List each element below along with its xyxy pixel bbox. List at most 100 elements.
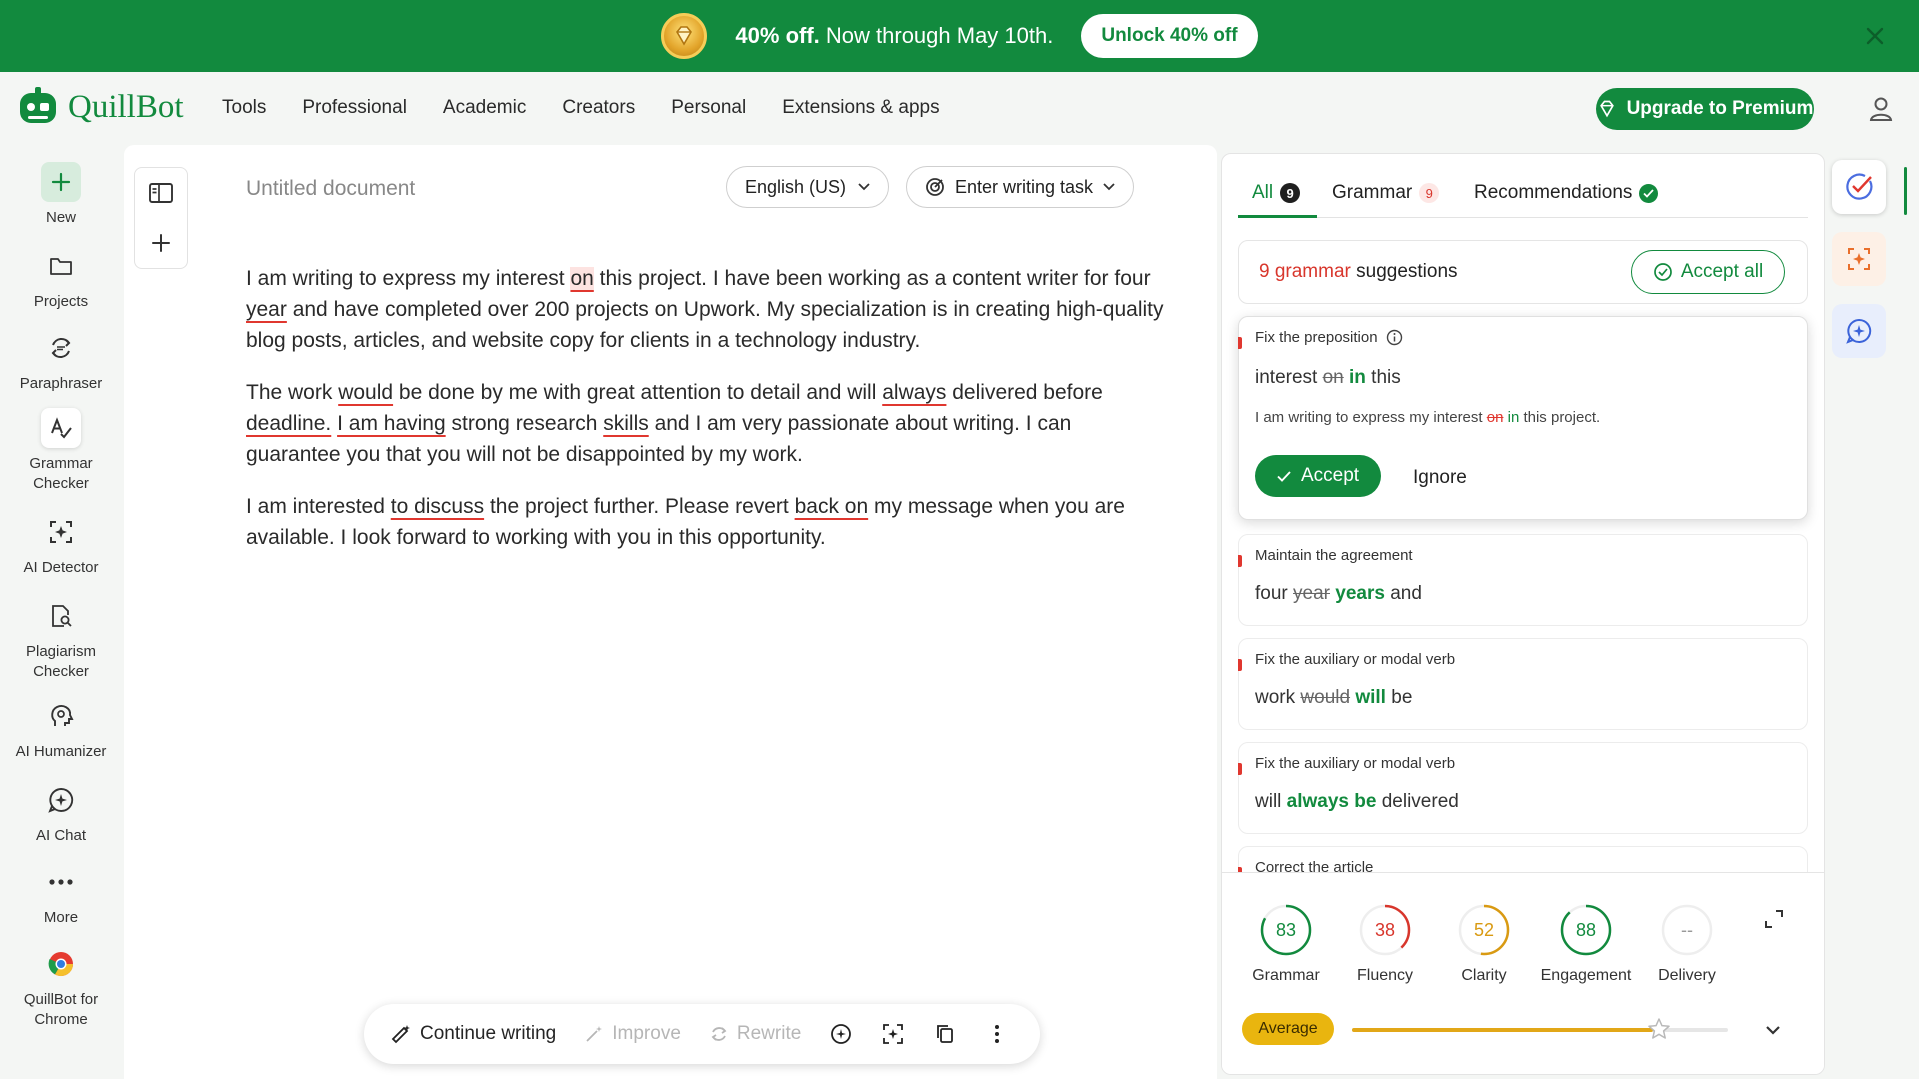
editor-text[interactable]: I am writing to express my interest on t… (246, 263, 1171, 574)
chevron-down-icon (1103, 183, 1115, 191)
sidebar-item-more[interactable]: More (0, 862, 122, 928)
grammar-check-rail-button[interactable] (1832, 160, 1886, 214)
editor-side-tools (134, 167, 188, 269)
chevron-down-icon[interactable] (1762, 1019, 1784, 1041)
sidebar-item-ai-detector[interactable]: AI Detector (0, 512, 122, 578)
sidebar-item-new[interactable]: New (0, 162, 122, 228)
nav-tools[interactable]: Tools (222, 97, 266, 119)
sidebar-item-ai-chat[interactable]: AI Chat (0, 780, 122, 846)
error-marker (1238, 337, 1242, 349)
score-engagement[interactable]: 88 Engagement (1536, 903, 1636, 985)
star-icon (1646, 1016, 1672, 1042)
error-highlight[interactable]: on (570, 267, 594, 290)
check-circle-icon (1653, 263, 1672, 281)
editor-panel: Untitled document English (US) Enter wri… (124, 145, 1217, 1079)
nav-personal[interactable]: Personal (671, 97, 746, 119)
diamond-icon (1599, 100, 1614, 118)
error-highlight[interactable]: skills (603, 412, 649, 435)
close-icon[interactable] (1861, 22, 1889, 50)
check-circle-icon (1639, 183, 1659, 203)
more-icon (41, 862, 81, 902)
right-rail (1832, 160, 1892, 376)
suggestion-card[interactable]: Maintain the agreement four year years a… (1238, 534, 1808, 626)
paragraph-3[interactable]: I am interested to discuss the project f… (246, 491, 1171, 553)
suggestion-title: Fix the auxiliary or modal verb (1255, 651, 1456, 668)
check-icon (1277, 470, 1291, 482)
plus-icon (41, 162, 81, 202)
ignore-button[interactable]: Ignore (1413, 467, 1467, 489)
rewrite-button[interactable]: Rewrite (709, 1023, 801, 1045)
nav-extensions[interactable]: Extensions & apps (782, 97, 939, 119)
folder-icon (41, 246, 81, 286)
error-highlight[interactable]: would (338, 381, 393, 404)
suggestion-count: 9 grammar suggestions (1259, 261, 1458, 282)
accept-all-button[interactable]: Accept all (1631, 250, 1785, 294)
improve-button[interactable]: Improve (584, 1023, 681, 1045)
suggestion-card[interactable]: Fix the auxiliary or modal verb work wou… (1238, 638, 1808, 730)
ai-detector-icon[interactable] (881, 1022, 905, 1046)
info-icon[interactable] (1386, 329, 1403, 346)
score-delivery[interactable]: -- Delivery (1637, 903, 1737, 985)
score-clarity[interactable]: 52 Clarity (1434, 903, 1534, 985)
sidebar-item-plagiarism-checker[interactable]: Plagiarism Checker (0, 596, 122, 682)
score-ring: 83 (1259, 903, 1313, 957)
document-title[interactable]: Untitled document (246, 177, 415, 201)
nav-professional[interactable]: Professional (302, 97, 407, 119)
nav-links: Tools Professional Academic Creators Per… (222, 72, 940, 144)
toggle-panel-icon[interactable] (135, 168, 187, 218)
accept-button[interactable]: Accept (1255, 455, 1381, 497)
rail-active-indicator (1904, 167, 1907, 215)
ai-detector-rail-button[interactable] (1832, 232, 1886, 286)
paragraph-1[interactable]: I am writing to express my interest on t… (246, 263, 1171, 356)
add-icon[interactable] (135, 218, 187, 268)
plagiarism-icon (41, 596, 81, 636)
error-highlight[interactable]: back on (795, 495, 869, 518)
copy-icon[interactable] (933, 1022, 957, 1046)
diamond-badge-icon (661, 13, 708, 59)
score-ring: -- (1660, 903, 1714, 957)
error-highlight[interactable]: to discuss (391, 495, 484, 518)
suggestion-card-active[interactable]: Fix the preposition interest on in this … (1238, 316, 1808, 520)
suggestions-summary: 9 grammar suggestions Accept all (1238, 240, 1808, 304)
score-fluency[interactable]: 38 Fluency (1335, 903, 1435, 985)
tab-grammar[interactable]: Grammar 9 (1332, 182, 1440, 204)
quillbot-logo[interactable]: QuillBot (16, 85, 184, 129)
sidebar-item-ai-humanizer[interactable]: AI Humanizer (0, 696, 122, 762)
suggestion-card[interactable]: Fix the auxiliary or modal verb will alw… (1238, 742, 1808, 834)
humanizer-icon (41, 696, 81, 736)
sidebar-item-chrome[interactable]: QuillBot for Chrome (0, 944, 122, 1030)
score-ring: 38 (1358, 903, 1412, 957)
upgrade-premium-button[interactable]: Upgrade to Premium (1596, 88, 1814, 130)
tab-recommendations[interactable]: Recommendations (1474, 182, 1659, 204)
language-select[interactable]: English (US) (726, 166, 890, 208)
editor-bottom-bar: Continue writing Improve Rewrite (364, 1004, 1040, 1064)
ai-chat-icon[interactable] (829, 1022, 853, 1046)
continue-writing-button[interactable]: Continue writing (390, 1023, 556, 1045)
sidebar-item-paraphraser[interactable]: Paraphraser (0, 328, 122, 394)
tab-all[interactable]: All 9 (1252, 182, 1301, 204)
unlock-offer-button[interactable]: Unlock 40% off (1081, 14, 1258, 58)
sidebar-item-grammar-checker[interactable]: Grammar Checker (0, 408, 122, 494)
error-marker (1238, 555, 1242, 567)
ai-chat-rail-button[interactable] (1832, 304, 1886, 358)
rewrite-icon (711, 1027, 727, 1041)
chrome-icon (41, 944, 81, 984)
account-icon[interactable] (1866, 94, 1896, 124)
error-highlight[interactable]: always (882, 381, 946, 404)
more-vertical-icon[interactable] (985, 1022, 1009, 1046)
paraphraser-icon (41, 328, 81, 368)
sidebar-item-projects[interactable]: Projects (0, 246, 122, 312)
writing-task-select[interactable]: Enter writing task (906, 166, 1135, 208)
expand-icon[interactable] (1762, 907, 1786, 931)
suggestion-tabs: All 9 Grammar 9 Recommendations (1238, 176, 1808, 218)
writing-scores: 83 Grammar 38 Fluency 52 Clarity 88 Enga… (1222, 872, 1824, 1074)
error-highlight[interactable]: year (246, 298, 287, 321)
nav-creators[interactable]: Creators (562, 97, 635, 119)
paragraph-2[interactable]: The work would be done by me with great … (246, 377, 1171, 470)
error-highlight[interactable]: deadline. (246, 412, 331, 435)
nav-academic[interactable]: Academic (443, 97, 526, 119)
grammar-count-badge: 9 (1419, 183, 1440, 203)
ai-chat-icon (41, 780, 81, 820)
score-grammar[interactable]: 83 Grammar (1236, 903, 1336, 985)
error-highlight[interactable]: I am having (337, 412, 446, 435)
